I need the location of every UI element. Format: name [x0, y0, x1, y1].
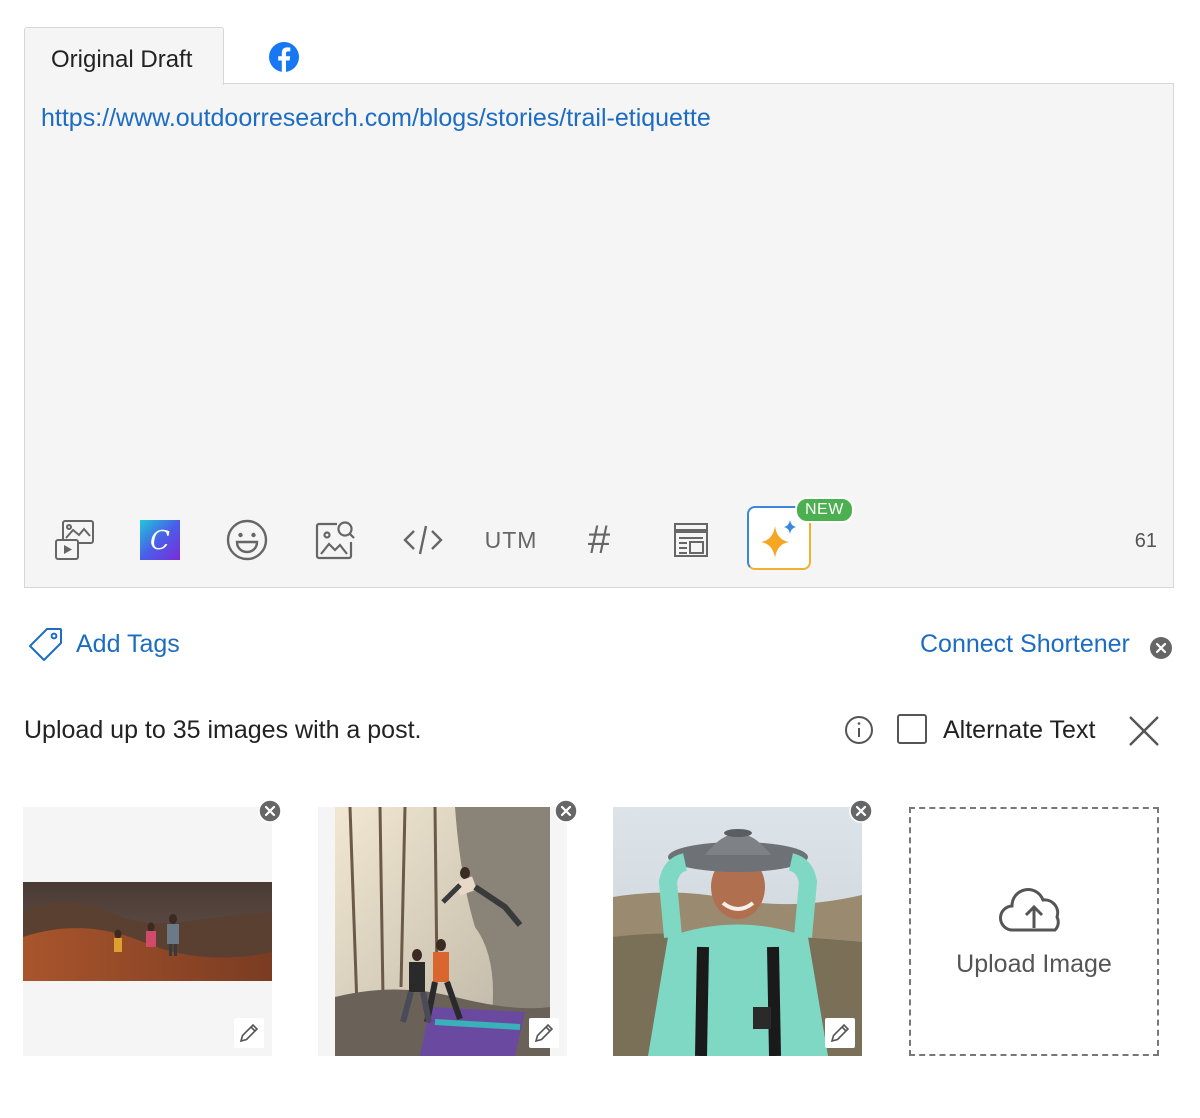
add-tags-button[interactable]: Add Tags: [28, 626, 180, 662]
dismiss-shortener-icon[interactable]: [1149, 636, 1173, 660]
ai-sparkle-icon: [761, 520, 796, 558]
post-text-link[interactable]: https://www.outdoorresearch.com/blogs/st…: [41, 104, 711, 133]
post-editor[interactable]: https://www.outdoorresearch.com/blogs/st…: [24, 83, 1174, 588]
tab-original-draft[interactable]: Original Draft: [24, 27, 224, 85]
hashtag-button[interactable]: #: [575, 516, 623, 564]
emoji-button[interactable]: [223, 516, 271, 564]
tab-facebook[interactable]: [268, 41, 300, 73]
hikers-ridge-photo: [23, 882, 272, 981]
character-count: 61: [1134, 530, 1157, 552]
media-library-button[interactable]: [51, 516, 99, 564]
info-icon[interactable]: [844, 715, 874, 745]
facebook-icon: [269, 42, 299, 72]
edit-image-1-button[interactable]: [234, 1018, 264, 1048]
remove-image-2-icon[interactable]: [554, 799, 578, 823]
layout-button[interactable]: [667, 516, 715, 564]
layout-icon: [674, 523, 708, 557]
canva-letter: C: [150, 526, 170, 556]
canva-icon: C: [140, 520, 180, 560]
tab-original-draft-label: Original Draft: [51, 46, 193, 73]
upload-info-text: Upload up to 35 images with a post.: [24, 716, 422, 744]
hashtag-icon: #: [587, 518, 611, 562]
upload-image-dropzone[interactable]: Upload Image: [909, 807, 1159, 1056]
remove-image-1-icon[interactable]: [258, 799, 282, 823]
edit-image-3-button[interactable]: [825, 1018, 855, 1048]
pencil-icon: [830, 1023, 850, 1043]
close-icon[interactable]: [1127, 714, 1161, 748]
bouldering-photo: [335, 807, 550, 1056]
utm-button[interactable]: UTM: [480, 516, 542, 564]
pencil-icon: [239, 1023, 259, 1043]
image-search-button[interactable]: [311, 516, 359, 564]
add-tags-label: Add Tags: [76, 629, 180, 658]
code-icon: [403, 525, 443, 555]
connect-shortener-link[interactable]: Connect Shortener: [920, 630, 1130, 659]
tag-icon: [29, 628, 62, 661]
embed-code-button[interactable]: [399, 516, 447, 564]
alternate-text-label: Alternate Text: [943, 716, 1096, 744]
new-badge: NEW: [795, 497, 854, 523]
utm-label: UTM: [484, 526, 538, 553]
remove-image-3-icon[interactable]: [849, 799, 873, 823]
media-library-icon: [55, 520, 94, 560]
emoji-icon: [226, 519, 268, 561]
pencil-icon: [534, 1023, 554, 1043]
cloud-upload-icon: [999, 888, 1060, 932]
upload-image-label: Upload Image: [956, 950, 1112, 978]
canva-button[interactable]: C: [136, 516, 184, 564]
image-search-icon: [315, 521, 355, 560]
alternate-text-checkbox[interactable]: [897, 714, 927, 744]
edit-image-2-button[interactable]: [529, 1018, 559, 1048]
